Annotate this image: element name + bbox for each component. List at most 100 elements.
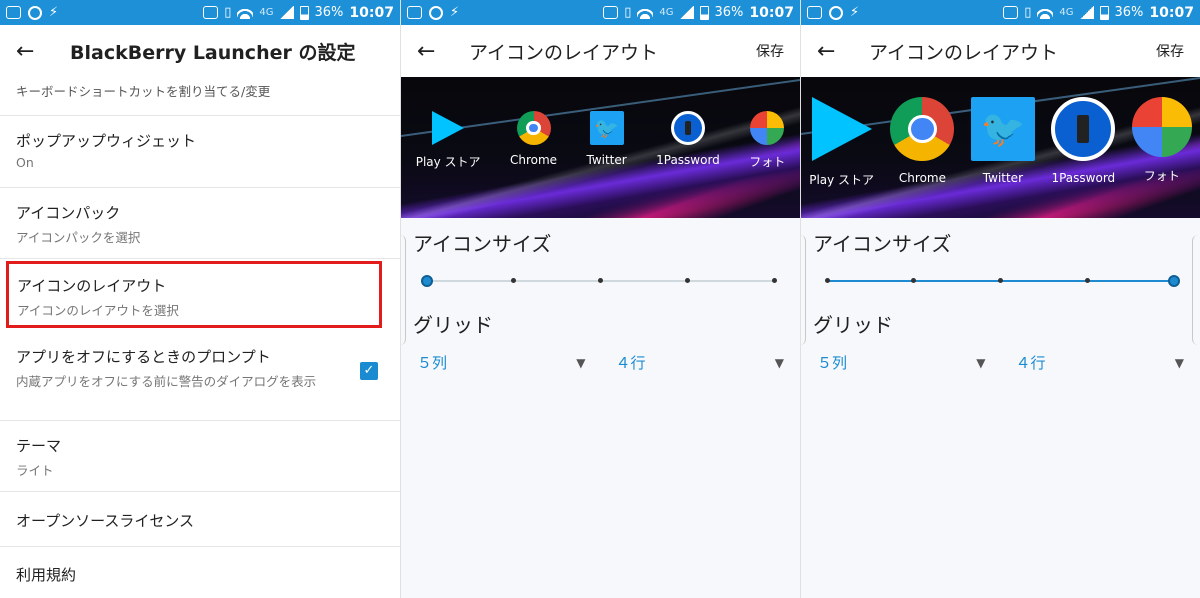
cast-icon [1003, 6, 1019, 19]
page-title: BlackBerry Launcher の設定 [70, 41, 356, 64]
setting-title: オープンソースライセンス [16, 512, 195, 530]
edge-panel-handle-right[interactable] [1192, 235, 1200, 345]
app-bar: ← BlackBerry Launcher の設定 [0, 25, 400, 77]
app-photos: フォト [749, 111, 785, 170]
status-bar: ⚡ ▯ 4G 36% 10:07 [0, 0, 400, 25]
twitter-icon: 🐦 [589, 111, 624, 145]
setting-subtitle: On [16, 155, 34, 170]
edge-panel-handle[interactable] [401, 235, 406, 345]
battery-percent: 36% [714, 5, 744, 20]
1password-icon [1051, 97, 1116, 161]
setting-icon-pack[interactable]: アイコンパック アイコンパックを選択 [0, 188, 400, 259]
battery-percent: 36% [1114, 5, 1144, 20]
edge-panel-handle[interactable] [801, 235, 806, 345]
grid-dropdowns: ５列 ▼ ４行 ▼ [801, 352, 1200, 373]
app-photos: フォト [1131, 97, 1192, 188]
app-play-store: Play ストア [809, 97, 874, 188]
signal-icon [279, 6, 294, 19]
setting-open-source[interactable]: オープンソースライセンス [0, 492, 400, 547]
wifi-icon [237, 6, 254, 19]
app-bar: ← アイコンのレイアウト 保存 [801, 25, 1200, 77]
app-bar: ← アイコンのレイアウト 保存 [401, 25, 800, 77]
setting-keyboard-shortcuts[interactable]: キーボードショートカットを割り当てる/変更 [0, 77, 400, 116]
page-title: アイコンのレイアウト [869, 41, 1059, 64]
rows-dropdown[interactable]: ４行 ▼ [1016, 352, 1185, 373]
slider-tick [598, 278, 603, 283]
clock: 10:07 [1149, 4, 1194, 21]
grid-label: グリッド [813, 313, 893, 337]
app-chrome: Chrome [510, 111, 557, 170]
setting-title: アイコンパック [16, 204, 121, 222]
columns-dropdown[interactable]: ５列 ▼ [417, 352, 586, 373]
slider-tick [824, 278, 830, 283]
app-label: 1Password [1051, 171, 1116, 185]
app-1password: 1Password [656, 111, 720, 170]
preview-icons: Play ストア Chrome 🐦 Twitter 1Password フォト [801, 97, 1200, 188]
network-type: 4G [259, 7, 274, 18]
vibrate-icon: ▯ [1024, 5, 1032, 20]
app-label: Twitter [982, 171, 1023, 185]
wifi-icon [637, 6, 654, 19]
slider-tick [911, 278, 917, 283]
columns-dropdown[interactable]: ５列 ▼ [817, 352, 986, 373]
setting-title: テーマ [16, 437, 62, 455]
icon-size-label: アイコンサイズ [413, 232, 552, 256]
setting-title: ポップアップウィジェット [16, 132, 197, 150]
app-label: Chrome [509, 153, 558, 167]
grid-label: グリッド [413, 313, 493, 337]
signal-icon [679, 6, 694, 19]
prompt-checkbox[interactable]: ✓ [360, 362, 378, 380]
vibrate-icon: ▯ [224, 5, 232, 20]
setting-popup-widget[interactable]: ポップアップウィジェット On [0, 116, 400, 188]
icon-size-label: アイコンサイズ [813, 232, 952, 256]
page-title: アイコンのレイアウト [469, 41, 659, 64]
battery-icon [1099, 5, 1109, 20]
settings-list: キーボードショートカットを割り当てる/変更 ポップアップウィジェット On アイ… [0, 77, 400, 598]
save-button[interactable]: 保存 [756, 41, 784, 61]
layout-screen-small: ⚡ ▯ 4G 36% 10:07 ← アイコンのレイアウト 保存 Play スト… [400, 0, 800, 598]
slider-thumb[interactable] [421, 275, 433, 287]
rows-value: ４行 [615, 354, 646, 372]
play-store-icon [432, 111, 465, 145]
setting-disable-prompt[interactable]: アプリをオフにするときのプロンプト 内蔵アプリをオフにする前に警告のダイアログを… [0, 332, 400, 421]
back-arrow-icon[interactable]: ← [817, 39, 857, 64]
1password-icon [670, 111, 705, 145]
back-arrow-icon[interactable]: ← [16, 39, 56, 64]
setting-icon-layout[interactable]: アイコンのレイアウト アイコンのレイアウトを選択 [6, 261, 382, 328]
setting-terms[interactable]: 利用規約 [0, 547, 400, 598]
clock: 10:07 [749, 4, 794, 21]
back-arrow-icon[interactable]: ← [417, 39, 457, 64]
app-label: Play ストア [809, 173, 875, 187]
slider-thumb[interactable] [1168, 275, 1180, 287]
vibrate-icon: ▯ [624, 5, 632, 20]
layout-preview: Play ストア Chrome 🐦 Twitter 1Password フォト [401, 77, 800, 218]
slider-tick [771, 278, 777, 283]
setting-subtitle: キーボードショートカットを割り当てる/変更 [16, 84, 271, 99]
setting-title: アプリをオフにするときのプロンプト [16, 348, 271, 366]
app-label: Twitter [586, 153, 627, 167]
app-twitter: 🐦 Twitter [970, 97, 1035, 188]
save-button[interactable]: 保存 [1156, 41, 1184, 61]
rows-dropdown[interactable]: ４行 ▼ [616, 352, 785, 373]
chrome-icon [890, 97, 955, 161]
app-label: フォト [1143, 169, 1180, 183]
setting-theme[interactable]: テーマ ライト [0, 421, 400, 492]
firefox-icon [429, 5, 443, 20]
icon-size-slider[interactable] [421, 261, 777, 301]
setting-subtitle: 内蔵アプリをオフにする前に警告のダイアログを表示 [16, 374, 317, 389]
photos-icon [1131, 97, 1192, 157]
network-type: 4G [659, 7, 674, 18]
columns-value: ５列 [817, 354, 848, 372]
network-type: 4G [1059, 7, 1074, 18]
message-icon [807, 6, 822, 19]
status-bar: ⚡ ▯ 4G 36% 10:07 [801, 0, 1200, 25]
layout-controls: アイコンサイズ グリッド ５列 ▼ ４行 ▼ [801, 218, 1200, 373]
icon-size-slider[interactable] [824, 261, 1180, 301]
status-bar: ⚡ ▯ 4G 36% 10:07 [401, 0, 800, 25]
columns-value: ５列 [417, 354, 448, 372]
message-icon [407, 6, 422, 19]
flash-icon: ⚡ [49, 5, 59, 20]
signal-icon [1079, 6, 1094, 19]
battery-percent: 36% [314, 5, 344, 20]
app-play-store: Play ストア [416, 111, 481, 170]
